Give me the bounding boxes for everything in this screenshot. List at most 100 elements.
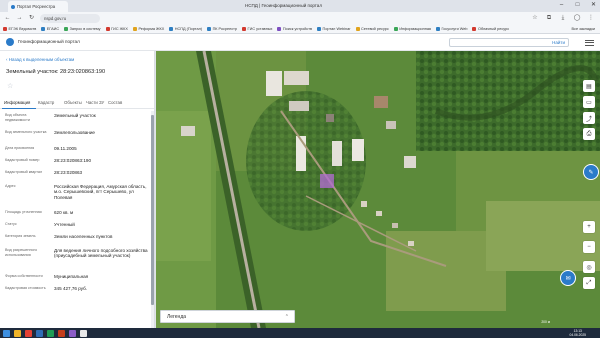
attribute-value: 620 кв. м bbox=[54, 210, 74, 215]
bookmark-label: Поиск устройств bbox=[282, 27, 312, 31]
share-icon[interactable]: ⤴ bbox=[583, 112, 595, 124]
bookmark-item[interactable]: Госуслуги Web bbox=[436, 27, 467, 31]
attribute-key: Площадь уточненная bbox=[5, 210, 42, 214]
bookmark-favicon-icon bbox=[317, 27, 321, 31]
browser-icon[interactable] bbox=[25, 329, 32, 337]
panel-tab[interactable]: Объекты bbox=[64, 100, 82, 105]
url-text: nspd.gov.ru bbox=[44, 16, 67, 21]
toolbar-actions: ☆ ⧉ ⤓ ◯ ⋮ bbox=[531, 14, 595, 22]
app-icon[interactable] bbox=[69, 329, 76, 337]
attribute-value: 28:23:020863:190 bbox=[54, 158, 92, 163]
bookmark-label: ПК Росреестр bbox=[212, 27, 238, 31]
bookmark-favicon-icon bbox=[472, 27, 477, 31]
profile-icon[interactable]: ◯ bbox=[573, 14, 581, 22]
attribute-key: Форма собственности bbox=[5, 274, 43, 278]
search-input[interactable]: Найти bbox=[449, 38, 569, 47]
bookmark-favicon-icon bbox=[207, 27, 212, 31]
bookmark-item[interactable]: ЕГЭК Ведомств bbox=[3, 27, 36, 31]
assistant-chat-icon[interactable]: ✎ bbox=[583, 164, 599, 180]
bookmark-item[interactable]: Облачный ресурс bbox=[472, 27, 509, 31]
measure-icon[interactable]: ▭ bbox=[583, 96, 595, 108]
bookmark-favicon-icon bbox=[64, 27, 69, 31]
minimize-icon[interactable]: – bbox=[558, 2, 565, 9]
zoom-in-icon[interactable]: + bbox=[583, 221, 595, 233]
fullscreen-icon[interactable]: ⤢ bbox=[583, 277, 595, 289]
attribute-value: 09.11.2005 bbox=[54, 146, 77, 151]
bookmark-item[interactable]: ГИС ЖКХ bbox=[105, 27, 128, 31]
file-explorer-icon[interactable] bbox=[14, 329, 21, 337]
app-title: Геоинформационный портал bbox=[18, 39, 80, 44]
star-icon[interactable]: ☆ bbox=[531, 14, 539, 22]
bookmark-item[interactable]: ГИС уставных bbox=[242, 27, 272, 31]
download-icon[interactable]: ⤓ bbox=[559, 14, 567, 22]
panel-tab[interactable]: Состав bbox=[108, 100, 122, 105]
excel-icon[interactable] bbox=[47, 329, 54, 337]
attribute-key: Кадастровая стоимость bbox=[5, 286, 46, 290]
os-taskbar: 13:13 04.06.2025 bbox=[0, 328, 600, 338]
panel-scrollbar[interactable] bbox=[151, 111, 154, 328]
bookmark-item[interactable]: Поиск устройств bbox=[277, 27, 312, 31]
back-link-label: Назад к выделенным объектам bbox=[8, 57, 75, 62]
bookmark-item[interactable]: Информационная bbox=[393, 27, 431, 31]
attribute-key: Кадастровый квартал bbox=[5, 170, 43, 174]
satellite-map[interactable] bbox=[156, 51, 600, 328]
close-icon[interactable]: ✕ bbox=[590, 2, 597, 9]
attribute-key: Статус bbox=[5, 222, 17, 226]
notepad-icon[interactable] bbox=[80, 329, 87, 337]
panel-tab[interactable]: Информация bbox=[4, 100, 30, 105]
bookmark-favicon-icon bbox=[277, 27, 282, 31]
browser-tab[interactable]: Портал Росреестра bbox=[8, 1, 68, 12]
panel-tab[interactable]: Кадастр bbox=[38, 100, 54, 105]
bookmark-label: Реформа ЖКХ bbox=[138, 27, 165, 31]
search-button[interactable]: Найти bbox=[552, 40, 565, 45]
portal-logo-icon bbox=[6, 38, 14, 46]
pdf-icon[interactable] bbox=[58, 329, 65, 337]
site-favicon-icon bbox=[11, 4, 15, 9]
back-to-selected-link[interactable]: ‹ Назад к выделенным объектам bbox=[6, 57, 74, 62]
map-scale: 200 м bbox=[541, 320, 550, 324]
attribute-key: Вид разрешенного использования bbox=[5, 248, 37, 257]
bookmark-item[interactable]: Реформа ЖКХ bbox=[132, 27, 165, 31]
zoom-out-icon[interactable]: − bbox=[583, 241, 595, 253]
bookmark-item[interactable]: Сетевой ресурс bbox=[355, 27, 389, 31]
browser-toolbar: ← → ↻ nspd.gov.ru ☆ ⧉ ⤓ ◯ ⋮ bbox=[0, 12, 600, 25]
tab-title: Портал Росреестра bbox=[17, 4, 56, 9]
panel-tab[interactable]: Части ЗУ bbox=[86, 100, 104, 105]
attribute-key: Вид земельного участка bbox=[5, 130, 47, 134]
attribute-key: Адрес bbox=[5, 184, 16, 188]
bookmark-item[interactable]: Запрос в систему bbox=[64, 27, 101, 31]
attribute-value: Земли населенных пунктов bbox=[54, 234, 113, 239]
attribute-key: Кадастровый номер bbox=[5, 158, 40, 162]
reload-icon[interactable]: ↻ bbox=[27, 14, 36, 23]
hamburger-menu-icon[interactable] bbox=[585, 38, 594, 46]
legend-dropdown[interactable]: Легенда ⌃ bbox=[160, 310, 295, 323]
layers-icon[interactable]: ▤ bbox=[583, 80, 595, 92]
word-icon[interactable] bbox=[36, 329, 43, 337]
bookmark-favicon-icon bbox=[41, 27, 46, 31]
bookmark-item[interactable]: НСПД (Портал) bbox=[169, 27, 202, 31]
bookmark-item[interactable]: Портал Webinar bbox=[317, 27, 351, 31]
bookmark-item[interactable]: ЕГАИС bbox=[41, 27, 59, 31]
legend-label: Легенда bbox=[167, 314, 187, 320]
support-chat-icon[interactable]: ✉ bbox=[560, 270, 576, 286]
attribute-key: Вид объекта недвижимости bbox=[5, 113, 30, 122]
object-title: Земельный участок: 28:23:020863:190 bbox=[6, 69, 106, 75]
satellite-imagery bbox=[156, 51, 600, 328]
more-icon[interactable]: ⋮ bbox=[587, 14, 595, 22]
attribute-key: Категория земель bbox=[5, 234, 36, 238]
system-clock[interactable]: 13:13 04.06.2025 bbox=[569, 329, 586, 338]
maximize-icon[interactable]: □ bbox=[574, 2, 581, 9]
all-bookmarks-link[interactable]: Все закладки bbox=[572, 27, 595, 31]
extensions-icon[interactable]: ⧉ bbox=[545, 14, 553, 22]
favorite-star-icon[interactable]: ☆ bbox=[7, 82, 13, 90]
address-bar[interactable]: nspd.gov.ru bbox=[40, 14, 100, 23]
start-icon[interactable] bbox=[3, 329, 10, 337]
window-title: НСПД | Геоинформационный портал bbox=[245, 3, 322, 8]
back-arrow-icon[interactable]: ← bbox=[3, 14, 12, 23]
attribute-value: Муниципальная bbox=[54, 274, 89, 279]
forward-arrow-icon[interactable]: → bbox=[15, 14, 24, 23]
bookmark-favicon-icon bbox=[242, 27, 247, 31]
print-icon[interactable]: ⎙ bbox=[583, 128, 595, 140]
my-location-icon[interactable]: ◎ bbox=[583, 261, 595, 273]
bookmark-item[interactable]: ПК Росреестр bbox=[207, 27, 237, 31]
